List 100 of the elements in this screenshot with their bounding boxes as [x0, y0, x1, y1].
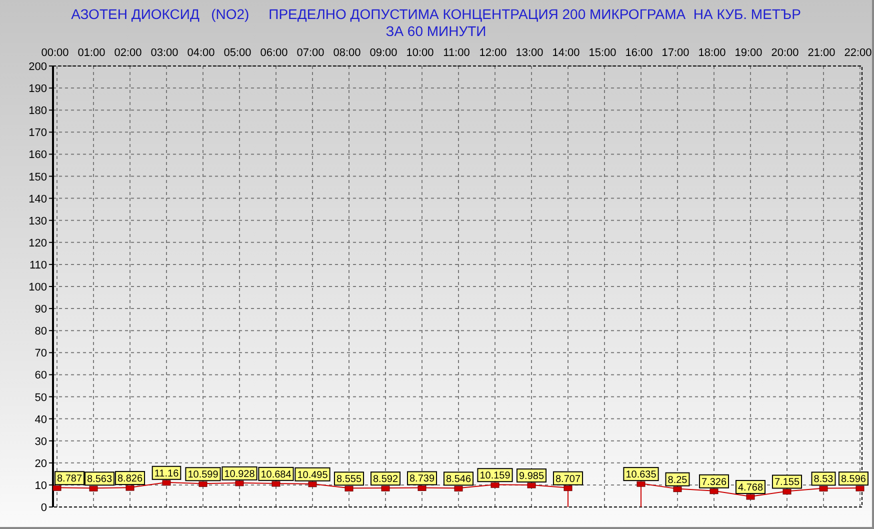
data-point	[162, 480, 171, 486]
data-label: 8.596	[840, 474, 866, 486]
x-axis-label: 10:00	[406, 47, 434, 59]
x-axis-label: 05:00	[224, 47, 252, 59]
data-point	[527, 482, 536, 488]
x-axis-label: 16:00	[625, 47, 653, 59]
value-label: 8.596	[838, 472, 868, 486]
data-label: 8.546	[446, 474, 472, 486]
x-axis-label: 20:00	[771, 47, 799, 59]
value-label: 8.592	[370, 472, 401, 486]
x-axis-label: 07:00	[296, 47, 324, 59]
y-axis-label: 70	[34, 348, 47, 360]
y-axis-label: 160	[28, 149, 47, 162]
data-point	[636, 481, 646, 487]
y-axis-label: 150	[28, 171, 47, 184]
data-label: 10.684	[260, 469, 292, 480]
data-label: 11.16	[154, 468, 180, 480]
x-axis-label: 01:00	[78, 47, 106, 59]
data-point	[564, 486, 572, 492]
y-axis-label: 100	[28, 282, 47, 294]
data-point	[344, 486, 354, 492]
x-axis-label: 18:00	[698, 47, 726, 59]
x-axis-label: 11:00	[443, 47, 470, 59]
data-label: 7.326	[701, 476, 727, 488]
value-label: 10.599	[185, 467, 221, 482]
x-axis-label: 03:00	[150, 47, 178, 59]
x-axis-label: 13:00	[516, 47, 544, 59]
y-axis-label: 20	[34, 458, 47, 470]
data-label: 9.985	[518, 470, 544, 482]
data-point	[710, 488, 718, 494]
value-label: 7.155	[772, 474, 802, 489]
chart-title: АЗОТЕН ДИОКСИД (NO2) ПРЕДЕЛНО ДОПУСТИМА КОНЦЕНТРАЦИЯ 200 МИКРОГРАМА НА КУБ. МЕТЪР	[71, 6, 801, 23]
value-label: 8.546	[443, 472, 474, 486]
value-label: 10.928	[222, 466, 258, 480]
x-axis-label: 06:00	[260, 47, 288, 59]
value-label: 7.326	[698, 474, 730, 488]
y-axis-label: 90	[34, 304, 47, 316]
data-point	[381, 486, 390, 492]
data-label: 8.592	[372, 474, 398, 486]
data-point	[126, 485, 134, 491]
data-point	[454, 486, 463, 492]
x-axis-label: 04:00	[187, 47, 215, 59]
data-point	[856, 486, 864, 492]
y-axis-label: 130	[28, 215, 47, 228]
value-label: 10.495	[294, 467, 330, 482]
data-label: 10.159	[480, 470, 511, 482]
y-axis-label: 60	[34, 370, 47, 382]
data-point	[782, 488, 792, 494]
data-point	[418, 485, 426, 491]
data-point	[89, 486, 98, 492]
value-label: 10.159	[477, 468, 513, 482]
data-point	[52, 485, 62, 491]
data-point	[308, 482, 317, 488]
x-axis-label: 02:00	[114, 47, 142, 59]
x-axis-label: 00:00	[41, 47, 69, 59]
y-axis-label: 40	[34, 414, 47, 426]
value-label: 8.739	[406, 471, 438, 486]
data-label: 10.599	[188, 470, 219, 481]
x-axis-label: 17:00	[662, 47, 690, 59]
x-axis-label: 21:00	[808, 47, 836, 59]
y-axis-label: 120	[28, 237, 47, 250]
x-axis-label: 09:00	[370, 47, 398, 59]
value-label: 4.768	[735, 480, 766, 494]
data-point	[272, 481, 280, 487]
data-label: 8.787	[57, 474, 82, 485]
value-label: 8.555	[334, 472, 364, 486]
data-label: 8.25	[668, 474, 688, 486]
data-label: 8.826	[117, 474, 143, 485]
y-axis-label: 190	[28, 83, 47, 96]
value-label: 8.787	[54, 471, 85, 486]
value-label: 11.16	[152, 466, 182, 480]
data-label: 8.563	[87, 474, 112, 486]
y-axis-label: 30	[34, 436, 47, 448]
x-axis-label: 15:00	[588, 47, 616, 59]
x-axis-label: 22:00	[844, 47, 872, 59]
data-label: 8.707	[555, 474, 581, 485]
x-axis-label: 12:00	[479, 47, 507, 59]
y-axis-label: 80	[34, 326, 47, 338]
y-axis-label: 200	[28, 61, 47, 73]
value-label: 8.707	[552, 471, 584, 486]
value-label: 8.563	[84, 472, 115, 486]
data-label: 8.739	[409, 474, 435, 485]
data-point	[198, 481, 208, 487]
data-point	[746, 494, 755, 500]
data-point	[490, 482, 500, 488]
y-axis-label: 50	[34, 392, 47, 404]
y-axis-label: 110	[29, 259, 47, 272]
data-point	[819, 486, 828, 492]
value-label: 10.684	[258, 466, 294, 481]
data-label: 4.768	[738, 482, 764, 494]
data-point	[235, 480, 244, 486]
data-point	[673, 486, 682, 492]
y-axis-label: 170	[28, 127, 47, 140]
y-axis-label: 180	[28, 105, 47, 118]
value-label: 8.25	[665, 472, 690, 486]
x-axis-label: 14:00	[552, 47, 580, 59]
data-label: 10.495	[297, 470, 328, 481]
y-axis-label: 10	[34, 480, 47, 492]
x-axis-label: 19:00	[734, 47, 762, 59]
data-label: 8.53	[814, 474, 834, 486]
